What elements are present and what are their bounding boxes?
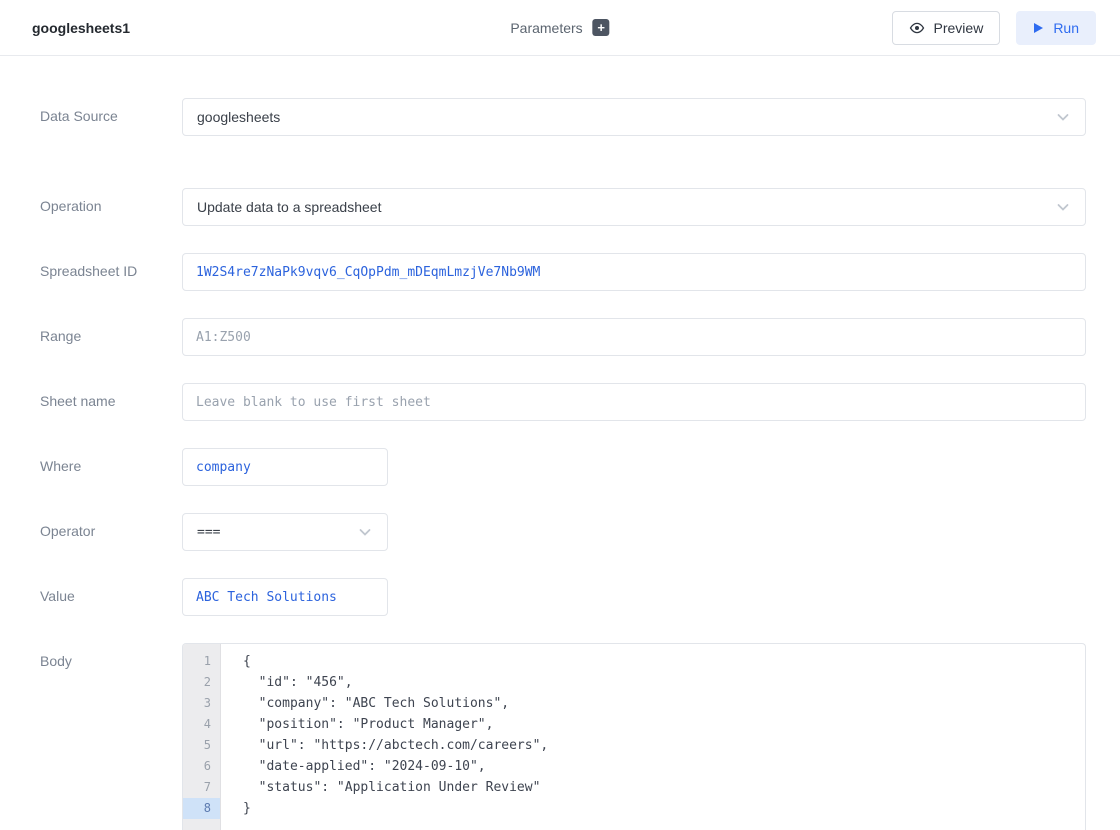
spreadsheet-id-input[interactable] — [182, 253, 1086, 291]
field-row-spreadsheet-id: Spreadsheet ID — [40, 253, 1120, 291]
line-number: 4 — [183, 714, 220, 735]
field-row-value: Value — [40, 578, 1120, 616]
code-line: "company": "ABC Tech Solutions", — [243, 693, 1085, 714]
code-line: } — [243, 798, 1085, 819]
field-row-operator: Operator === — [40, 513, 1120, 551]
page-title: googlesheets1 — [32, 20, 130, 36]
range-label: Range — [40, 318, 182, 344]
code-content[interactable]: { "id": "456", "company": "ABC Tech Solu… — [221, 644, 1085, 830]
operation-select[interactable]: Update data to a spreadsheet — [182, 188, 1086, 226]
data-source-label: Data Source — [40, 98, 182, 124]
sheet-name-label: Sheet name — [40, 383, 182, 409]
field-row-sheet-name: Sheet name — [40, 383, 1120, 421]
run-button-label: Run — [1053, 20, 1079, 36]
parameters-group: Parameters + — [510, 19, 609, 36]
body-label: Body — [40, 643, 182, 669]
line-number: 1 — [183, 651, 220, 672]
operator-label: Operator — [40, 513, 182, 539]
line-number-active: 8 — [183, 798, 220, 819]
code-line: "url": "https://abctech.com/careers", — [243, 735, 1085, 756]
line-number: 5 — [183, 735, 220, 756]
preview-button[interactable]: Preview — [892, 11, 1001, 45]
top-bar: googlesheets1 Parameters + Preview Run — [0, 0, 1120, 56]
field-row-data-source: Data Source googlesheets — [40, 98, 1120, 136]
field-row-where: Where — [40, 448, 1120, 486]
code-line: "date-applied": "2024-09-10", — [243, 756, 1085, 777]
parameters-label: Parameters — [510, 20, 582, 36]
code-line: "id": "456", — [243, 672, 1085, 693]
operation-label: Operation — [40, 188, 182, 214]
field-row-body: Body 1 2 3 4 5 6 7 8 { "id": "456", "com… — [40, 643, 1120, 830]
query-editor-form: Data Source googlesheets Operation Updat… — [0, 56, 1120, 830]
value-input[interactable] — [182, 578, 388, 616]
sheet-name-input[interactable] — [182, 383, 1086, 421]
where-label: Where — [40, 448, 182, 474]
spreadsheet-id-label: Spreadsheet ID — [40, 253, 182, 279]
line-number: 6 — [183, 756, 220, 777]
eye-icon — [909, 20, 925, 36]
line-number: 3 — [183, 693, 220, 714]
preview-button-label: Preview — [934, 20, 984, 36]
line-number-gutter: 1 2 3 4 5 6 7 8 — [183, 644, 221, 830]
chevron-down-icon — [1055, 199, 1071, 215]
operator-value: === — [197, 525, 220, 540]
code-line: "status": "Application Under Review" — [243, 777, 1085, 798]
run-button[interactable]: Run — [1016, 11, 1096, 45]
where-input[interactable] — [182, 448, 388, 486]
range-input[interactable] — [182, 318, 1086, 356]
code-line: "position": "Product Manager", — [243, 714, 1085, 735]
line-number: 7 — [183, 777, 220, 798]
code-line: { — [243, 651, 1085, 672]
header-actions: Preview Run — [892, 11, 1096, 45]
play-icon — [1033, 22, 1044, 34]
add-parameter-button[interactable]: + — [593, 19, 610, 36]
field-row-operation: Operation Update data to a spreadsheet — [40, 188, 1120, 226]
line-number: 2 — [183, 672, 220, 693]
body-code-editor[interactable]: 1 2 3 4 5 6 7 8 { "id": "456", "company"… — [182, 643, 1086, 830]
chevron-down-icon — [357, 524, 373, 540]
value-label: Value — [40, 578, 182, 604]
operator-select[interactable]: === — [182, 513, 388, 551]
data-source-select[interactable]: googlesheets — [182, 98, 1086, 136]
field-row-range: Range — [40, 318, 1120, 356]
operation-value: Update data to a spreadsheet — [197, 199, 381, 215]
chevron-down-icon — [1055, 109, 1071, 125]
data-source-value: googlesheets — [197, 109, 280, 125]
